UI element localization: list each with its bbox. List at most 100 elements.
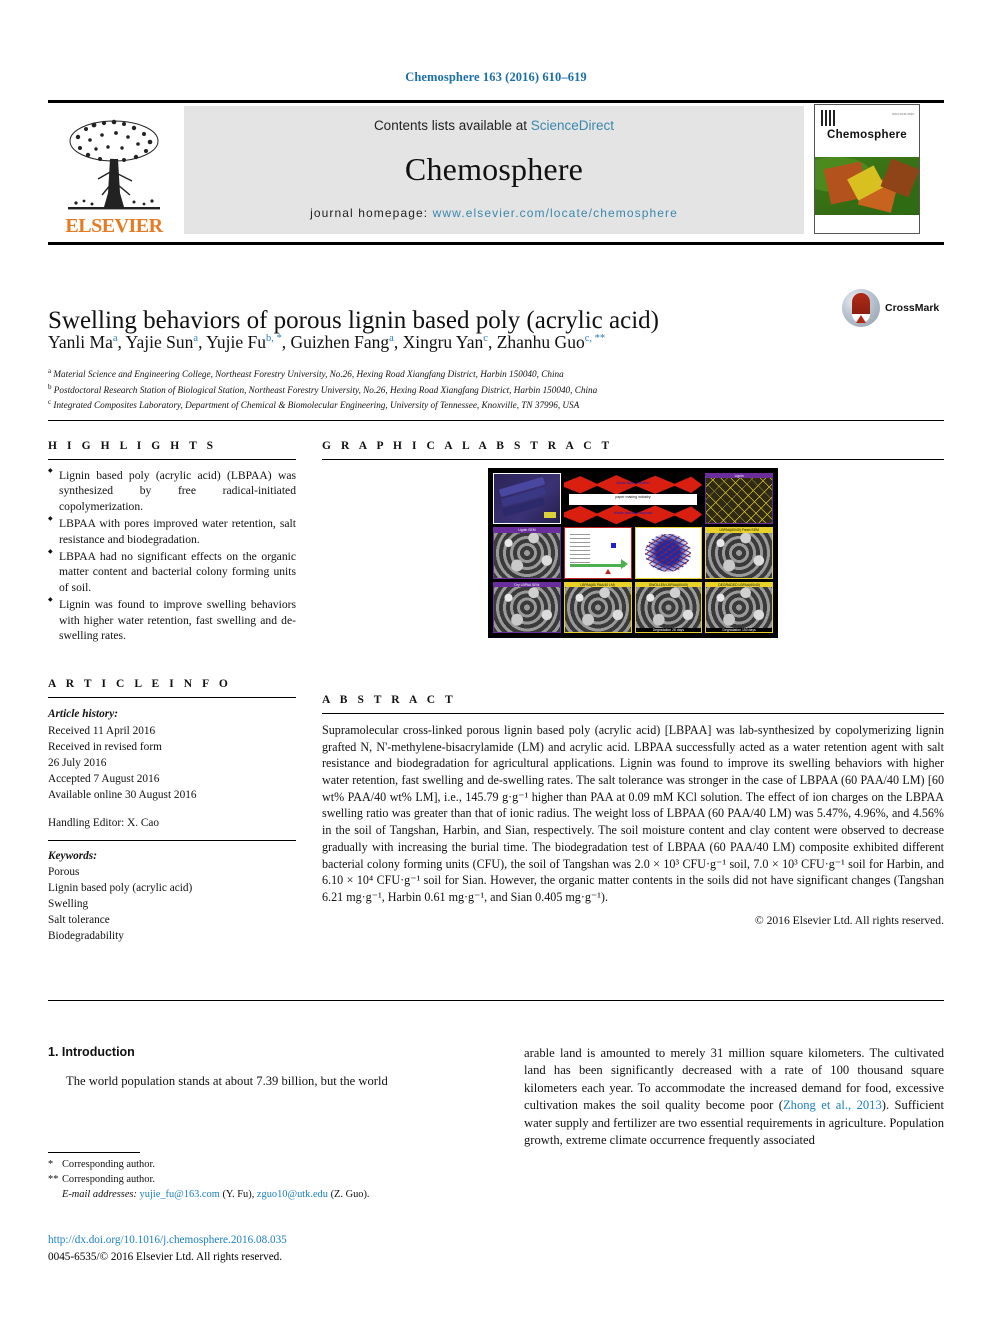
ga-lignin-sem-caption: Lignin SEM xyxy=(494,528,560,533)
article-history-item: Available online 30 August 2016 xyxy=(48,788,197,801)
contents-line: Contents lists available at ScienceDirec… xyxy=(374,118,614,133)
ga-swollen-caption: SWOLLEN LBPAA(60/40) xyxy=(635,582,702,588)
crossmark-badge[interactable]: CrossMark xyxy=(842,288,942,328)
footnote-emails: E-mail addresses: yujie_fu@163.com (Y. F… xyxy=(48,1188,458,1203)
footnote-block: * Corresponding author. ** Corresponding a… xyxy=(48,1152,458,1202)
list-item: Lignin was found to improve swelling beh… xyxy=(48,597,296,643)
article-info-rule xyxy=(48,697,296,699)
author-item: Xingru Yanc xyxy=(403,332,488,352)
ga-panel-lignin-structure: Lignin xyxy=(705,473,773,525)
ga-before-caption: LBPAA(60 PAA/40 LM) xyxy=(564,582,631,588)
ga-panel-chemistry-scheme xyxy=(563,527,632,579)
footnote-text: Corresponding author. xyxy=(62,1159,155,1170)
email-owner-1: (Y. Fu), xyxy=(222,1188,255,1200)
journal-title: Chemosphere xyxy=(404,151,584,187)
affiliation-item: a Material Science and Engineering Colle… xyxy=(48,366,878,382)
graphical-abstract-heading: G R A P H I C A L A B S T R A C T xyxy=(322,440,613,452)
doi-link[interactable]: http://dx.doi.org/10.1016/j.chemosphere.… xyxy=(48,1232,548,1249)
top-rule xyxy=(48,100,944,103)
right-column: G R A P H I C A L A B S T R A C T Black … xyxy=(322,440,944,927)
cover-top: ISSN 0045-6535 Chemosphere xyxy=(815,105,919,157)
ga-dry-sem-caption: Dry LBPAA SEM xyxy=(494,582,560,588)
highlights-rule xyxy=(48,459,296,460)
author-name: Xingru Yan xyxy=(402,332,484,352)
article-info-heading: A R T I C L E I N F O xyxy=(48,678,232,691)
cover-artwork xyxy=(815,157,919,215)
ga-panel-dry-sem: Dry LBPAA SEM xyxy=(493,581,561,633)
affiliation-mark: a xyxy=(48,367,52,375)
email-link-1[interactable]: yujie_fu@163.com xyxy=(140,1189,220,1200)
body-top-rule xyxy=(48,1000,944,1001)
author-name: Guizhen Fang xyxy=(290,332,390,352)
ga-lbpaa-yellow-caption: LBPAA(60/40) Fresh SEM xyxy=(706,528,772,533)
abstract-heading: A B S T R A C T xyxy=(322,694,457,706)
author-list: Yanli Maa, Yajie Suna, Yujie Fub, *, Gui… xyxy=(48,332,606,352)
highlights-list: Lignin based poly (acrylic acid) (LBPAA)… xyxy=(48,468,296,643)
keyword-item: Porous xyxy=(48,865,80,878)
abstract-rule xyxy=(322,713,944,714)
journal-citation: Chemosphere 163 (2016) 610–619 xyxy=(405,70,587,84)
section-number: 1. xyxy=(48,1045,59,1059)
author-marks: a xyxy=(112,333,118,345)
left-column: H I G H L I G H T S Lignin based poly (a… xyxy=(48,440,296,944)
keyword-item: Biodegradability xyxy=(48,929,124,942)
abstract-copyright: © 2016 Elsevier Ltd. All rights reserved… xyxy=(754,913,944,927)
ga-panel-polymer-model xyxy=(634,527,703,579)
cover-journal-title: Chemosphere xyxy=(827,129,907,141)
affiliation-text: Integrated Composites Laboratory, Depart… xyxy=(53,400,580,411)
ga-degraded-days-caption: Degradation 150 days xyxy=(706,627,772,632)
doi-block: http://dx.doi.org/10.1016/j.chemosphere.… xyxy=(48,1232,548,1266)
issn-copyright: 0045-6535/© 2016 Elsevier Ltd. All right… xyxy=(48,1250,283,1263)
keywords-label: Keywords: xyxy=(48,849,97,862)
ga-degraded-caption: DEGRADED LBPAA(60/40) xyxy=(706,582,772,588)
author-marks: a xyxy=(193,333,199,345)
article-history-item: 26 July 2016 xyxy=(48,756,107,769)
keyword-item: Lignin based poly (acrylic acid) xyxy=(48,881,193,894)
author-item: Yujie Fub, * xyxy=(206,332,282,352)
footnote-corresponding-2: ** Corresponding author. xyxy=(48,1173,458,1188)
affiliation-text: Material Science and Engineering College… xyxy=(53,369,564,380)
author-name: Yujie Fu xyxy=(206,332,266,352)
citation-link[interactable]: Zhong et al., 2013 xyxy=(783,1098,882,1112)
author-marks: c, ** xyxy=(584,333,606,345)
email-label: E-mail addresses: xyxy=(62,1188,137,1200)
handling-editor: Handling Editor: X. Cao xyxy=(48,816,160,829)
affiliation-list: a Material Science and Engineering Colle… xyxy=(48,366,878,413)
highlights-heading: H I G H L I G H T S xyxy=(48,440,217,452)
cover-bottom xyxy=(815,215,919,233)
keyword-item: Salt tolerance xyxy=(48,913,110,926)
article-history-item: Received in revised form xyxy=(48,740,162,753)
affiliation-mark: c xyxy=(48,398,52,407)
ga-midbar-caption: paper making industry xyxy=(615,494,651,499)
author-marks: a xyxy=(389,333,394,345)
ga-panel-process-arrows: Black liquor pollution paper making indu… xyxy=(563,473,703,525)
ga-panel-before-sem: LBPAA(60 PAA/40 LM) xyxy=(563,581,632,633)
article-page: Chemosphere 163 (2016) 610–619 ELSEVIER … xyxy=(0,0,992,1323)
author-marks: c xyxy=(483,333,488,345)
homepage-url-link[interactable]: www.elsevier.com/locate/chemosphere xyxy=(433,206,678,220)
sciencedirect-link[interactable]: ScienceDirect xyxy=(531,118,614,133)
crossmark-label: CrossMark xyxy=(885,302,940,314)
elsevier-wordmark: ELSEVIER xyxy=(65,215,163,237)
author-item: Zhanhu Guoc, ** xyxy=(497,332,605,352)
ga-swollen-days-caption: Degradation 28 days xyxy=(635,627,702,632)
footnote-rule xyxy=(48,1152,140,1153)
abstract-zone-top-rule xyxy=(48,420,944,421)
journal-cover-thumbnail: ISSN 0045-6535 Chemosphere xyxy=(814,104,920,234)
author-item: Yajie Suna xyxy=(126,332,198,352)
homepage-prefix: journal homepage: xyxy=(310,206,433,220)
email-link-2[interactable]: zguo10@utk.edu xyxy=(257,1189,328,1200)
ga-blast-bottom-caption: Waste biomass disposal xyxy=(613,510,653,515)
affiliation-text: Postdoctoral Research Station of Biologi… xyxy=(53,384,598,395)
ga-panel-swollen-sem: SWOLLEN LBPAA(60/40) Degradation 28 days xyxy=(634,581,703,633)
abstract-text: Supramolecular cross-linked porous ligni… xyxy=(322,723,944,904)
author-name: Yajie Sun xyxy=(125,332,194,352)
article-history-item: Received 11 April 2016 xyxy=(48,724,156,737)
ga-panel-lbpaa-fresh-sem: LBPAA(60/40) Fresh SEM xyxy=(705,527,773,579)
elsevier-logo: ELSEVIER xyxy=(48,104,180,236)
list-item: LBPAA with pores improved water retentio… xyxy=(48,516,296,547)
footnote-corresponding-1: * Corresponding author. xyxy=(48,1158,458,1173)
list-item: LBPAA had no significant effects on the … xyxy=(48,549,296,595)
ga-panel-degraded-sem: DEGRADED LBPAA(60/40) Degradation 150 da… xyxy=(705,581,773,633)
author-name: Zhanhu Guo xyxy=(496,332,585,352)
